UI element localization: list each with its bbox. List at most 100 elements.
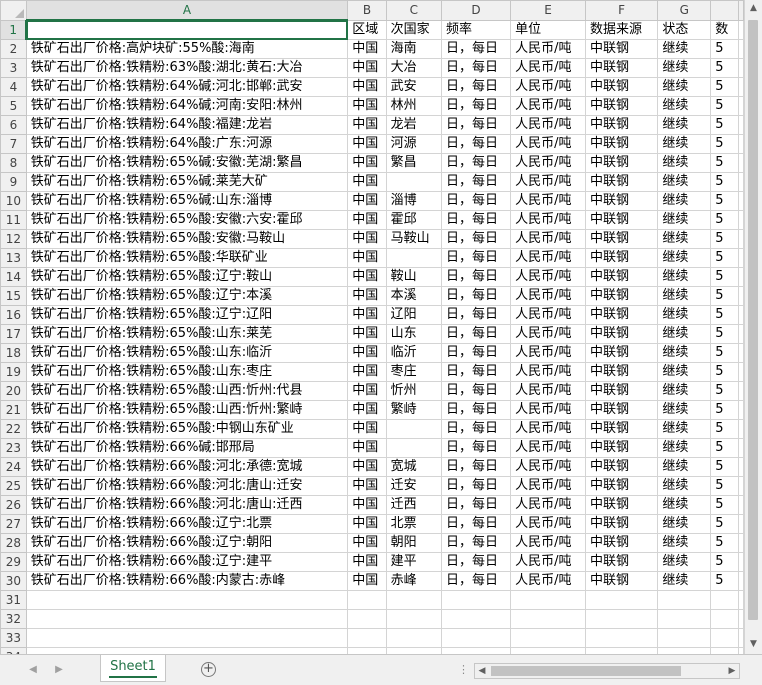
cell[interactable]: [738, 571, 744, 591]
cell[interactable]: [440, 590, 512, 610]
cell[interactable]: 5: [710, 172, 739, 192]
cell[interactable]: 中国: [347, 533, 387, 553]
cell[interactable]: [738, 419, 744, 439]
active-cell[interactable]: [25, 19, 349, 40]
cell[interactable]: 5: [710, 324, 739, 344]
row-header[interactable]: 1: [0, 19, 28, 40]
cell[interactable]: 5: [710, 115, 739, 135]
cell[interactable]: 迁安: [385, 476, 442, 496]
cell[interactable]: 中国: [347, 514, 387, 534]
cell[interactable]: 人民币/吨: [510, 476, 586, 496]
cell[interactable]: [25, 628, 349, 648]
cell[interactable]: [657, 628, 712, 648]
cell[interactable]: 中国: [347, 115, 387, 135]
cell[interactable]: [738, 362, 744, 382]
column-header-d[interactable]: D: [440, 0, 512, 21]
cell[interactable]: 日，每日: [440, 533, 512, 553]
cell[interactable]: 5: [710, 305, 739, 325]
cell[interactable]: 人民币/吨: [510, 438, 586, 458]
cell[interactable]: [385, 419, 442, 439]
cell[interactable]: 人民币/吨: [510, 153, 586, 173]
cell[interactable]: [385, 609, 442, 629]
row-header[interactable]: 4: [0, 77, 27, 97]
row-header[interactable]: 27: [0, 514, 27, 534]
cell[interactable]: 人民币/吨: [510, 514, 586, 534]
cell[interactable]: 人民币/吨: [510, 134, 586, 154]
cell[interactable]: 人民币/吨: [510, 343, 586, 363]
cell[interactable]: 日，每日: [440, 381, 512, 401]
cell[interactable]: 铁矿石出厂价格:铁精粉:65%酸:山东:临沂: [25, 343, 349, 363]
cell[interactable]: 中联钢: [584, 533, 659, 553]
cell[interactable]: 日，每日: [440, 457, 512, 477]
cell[interactable]: 中联钢: [584, 96, 659, 116]
spreadsheet-grid[interactable]: ABCDEFG 1 区域 次国家 频率 单位 数据来源 状态数 2 铁矿石出厂价格:高炉块矿:5…: [0, 0, 744, 654]
cell[interactable]: 人民币/吨: [510, 172, 586, 192]
cell[interactable]: 中联钢: [584, 58, 659, 78]
cell[interactable]: [440, 609, 512, 629]
cell[interactable]: 人民币/吨: [510, 77, 586, 97]
cell[interactable]: [584, 609, 659, 629]
cell[interactable]: [738, 609, 744, 629]
cell[interactable]: 5: [710, 229, 739, 249]
cell[interactable]: 中国: [347, 267, 387, 287]
cell[interactable]: 5: [710, 210, 739, 230]
cell[interactable]: 5: [710, 39, 739, 59]
cell[interactable]: 继续: [657, 286, 712, 306]
row-header[interactable]: 7: [0, 134, 27, 154]
cell[interactable]: 继续: [657, 476, 712, 496]
cell[interactable]: 林州: [385, 96, 442, 116]
cell[interactable]: 中国: [347, 438, 387, 458]
cell[interactable]: 5: [710, 286, 739, 306]
row-header[interactable]: 19: [0, 362, 27, 382]
cell[interactable]: 中联钢: [584, 400, 659, 420]
column-header-g[interactable]: G: [657, 0, 712, 21]
cell[interactable]: 人民币/吨: [510, 457, 586, 477]
vertical-scrollbar[interactable]: ▲ ▼: [744, 0, 762, 654]
cell[interactable]: [738, 96, 744, 116]
cell[interactable]: 人民币/吨: [510, 362, 586, 382]
cell[interactable]: [738, 19, 744, 40]
cell[interactable]: 人民币/吨: [510, 229, 586, 249]
cell[interactable]: 日，每日: [440, 552, 512, 572]
column-header-a[interactable]: A: [25, 0, 349, 21]
cell[interactable]: 继续: [657, 305, 712, 325]
cell[interactable]: 中联钢: [584, 229, 659, 249]
cell[interactable]: 中联钢: [584, 495, 659, 515]
cell[interactable]: 铁矿石出厂价格:铁精粉:65%酸:安徽:六安:霍邱: [25, 210, 349, 230]
cell[interactable]: 中联钢: [584, 115, 659, 135]
column-header-h[interactable]: [710, 0, 739, 21]
cell[interactable]: 辽阳: [385, 305, 442, 325]
cell[interactable]: [738, 58, 744, 78]
cell[interactable]: 日，每日: [440, 172, 512, 192]
row-header[interactable]: 28: [0, 533, 27, 553]
cell[interactable]: 铁矿石出厂价格:铁精粉:66%酸:辽宁:建平: [25, 552, 349, 572]
cell[interactable]: 忻州: [385, 381, 442, 401]
cell[interactable]: 山东: [385, 324, 442, 344]
cell[interactable]: [738, 191, 744, 211]
cell[interactable]: 中国: [347, 400, 387, 420]
cell[interactable]: 中国: [347, 381, 387, 401]
cell[interactable]: 中联钢: [584, 305, 659, 325]
cell[interactable]: [738, 77, 744, 97]
column-header-partial[interactable]: [738, 0, 744, 21]
cell[interactable]: [25, 590, 349, 610]
cell[interactable]: 铁矿石出厂价格:铁精粉:65%酸:辽宁:辽阳: [25, 305, 349, 325]
cell[interactable]: 继续: [657, 210, 712, 230]
cell[interactable]: 继续: [657, 248, 712, 268]
row-header[interactable]: 33: [0, 628, 27, 648]
cell[interactable]: 日，每日: [440, 514, 512, 534]
cell[interactable]: 铁矿石出厂价格:铁精粉:65%酸:辽宁:鞍山: [25, 267, 349, 287]
cell[interactable]: 5: [710, 533, 739, 553]
cell[interactable]: 中联钢: [584, 267, 659, 287]
cell[interactable]: 人民币/吨: [510, 96, 586, 116]
cell[interactable]: 日，每日: [440, 248, 512, 268]
cell[interactable]: 继续: [657, 514, 712, 534]
cell[interactable]: 5: [710, 134, 739, 154]
cell[interactable]: [738, 514, 744, 534]
row-header[interactable]: 6: [0, 115, 27, 135]
cell[interactable]: [385, 172, 442, 192]
cell[interactable]: 人民币/吨: [510, 495, 586, 515]
row-header[interactable]: 8: [0, 153, 27, 173]
cell[interactable]: [738, 343, 744, 363]
cell[interactable]: 中联钢: [584, 571, 659, 591]
